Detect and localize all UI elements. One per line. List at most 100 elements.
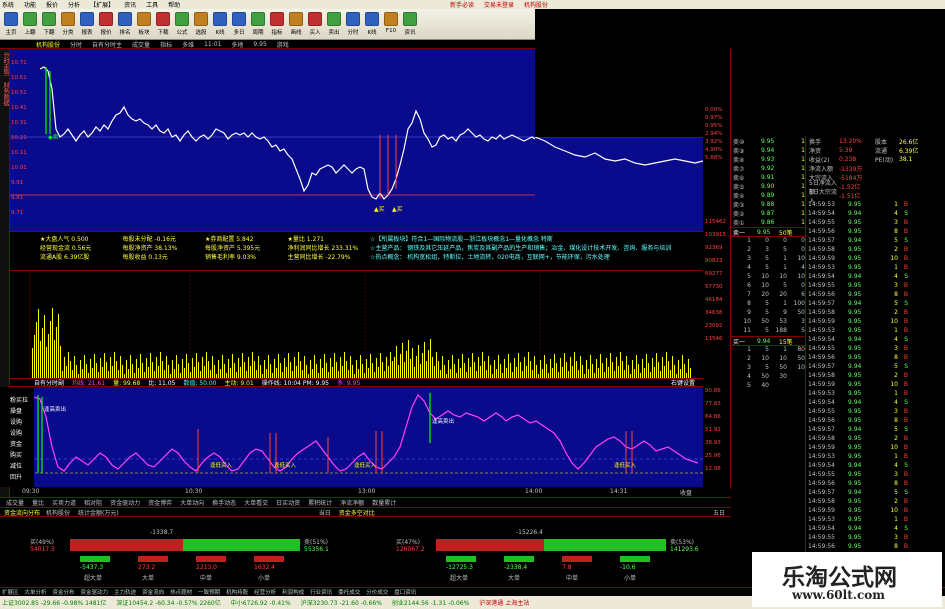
extension-tab[interactable]: 主力轨迹 [114, 588, 136, 596]
indicator-tab[interactable]: 换手动态 [212, 498, 236, 507]
chart-tab[interactable]: 11:01 [204, 41, 221, 48]
index-quote[interactable]: 上证3002.85 -29.66 -0.98% 1481亿 [2, 598, 106, 607]
menu-item-extend[interactable]: 【扩展】 [90, 0, 114, 9]
extension-tab[interactable]: 资金分布 [53, 588, 75, 596]
fund-flow-today[interactable]: 当日 [319, 508, 331, 517]
indicator-tab[interactable]: 资金驱动力 [110, 498, 140, 507]
indicator-chart[interactable]: 逢高卖出 逢高卖出 逢低买入 逢低买入 逢低买入 逢低买入 [10, 387, 703, 487]
volume-bar [566, 362, 567, 378]
volume-chart[interactable] [10, 271, 703, 378]
toolbar-button[interactable]: K线 [211, 12, 229, 36]
chart-tab[interactable]: 自有分时主 [92, 40, 122, 49]
order-level[interactable]: 卖⑦ 9.92 1 [731, 164, 805, 173]
indicator-settings-button[interactable]: 右键设置 [671, 378, 695, 387]
toolbar-button[interactable]: F10 [382, 12, 400, 34]
toolbar-button[interactable]: 报价 [97, 12, 115, 36]
indicator-tab[interactable]: 成交量 [6, 498, 24, 507]
indicator-tab[interactable]: 日买动资 [276, 498, 300, 507]
extension-tab[interactable]: 大单分析 [25, 588, 47, 596]
toolbar-button[interactable]: 画线 [287, 12, 305, 36]
extension-tab[interactable]: 利润构成 [282, 588, 304, 596]
toolbar-button[interactable]: 买入 [306, 12, 324, 36]
order-level[interactable]: 卖⑧ 9.93 1 [731, 155, 805, 164]
sell-one-header[interactable]: 卖一 9.95 50笔 [731, 227, 805, 237]
toolbar-button[interactable]: 周期 [249, 12, 267, 36]
menu-item-system[interactable]: 系统 [2, 0, 14, 9]
order-level[interactable]: 卖⑥ 9.91 1 [731, 173, 805, 182]
toolbar-button[interactable]: 排名 [116, 12, 134, 36]
menu-item-help[interactable]: 帮助 [168, 0, 180, 9]
toolbar-button[interactable]: K线 [363, 12, 381, 36]
extension-tab[interactable]: 资金驱动力 [81, 588, 109, 596]
extension-tab[interactable]: 委托成交 [338, 588, 360, 596]
index-quote[interactable]: 沪深3230.73 -21.60 -0.66% [301, 598, 382, 607]
chart-tab[interactable]: 成交量 [132, 40, 150, 49]
chart-tab[interactable]: 9.95 [253, 41, 266, 48]
index-quote[interactable]: 沪深港通 上海主站 [479, 598, 529, 607]
newbie-link[interactable]: 新手必读 [450, 0, 474, 9]
menu-item-function[interactable]: 功能 [24, 0, 36, 9]
chart-tab[interactable]: 指标 [160, 40, 172, 49]
chart-tab[interactable]: 分时 [70, 40, 82, 49]
chart-tab[interactable]: 多地 [231, 40, 243, 49]
stat-k: 净资 [809, 148, 822, 155]
index-quote[interactable]: 中小6726.92 -0.41% [231, 598, 291, 607]
extension-tab[interactable]: 盘口资讯 [394, 588, 416, 596]
extension-tab[interactable]: 分价成交 [366, 588, 388, 596]
intraday-chart[interactable]: ◆卖 ▲买 ▲买 [10, 49, 536, 231]
indicator-tab[interactable]: 买卖力道 [52, 498, 76, 507]
order-level[interactable]: 卖④ 9.89 1 [731, 191, 805, 200]
tick-v: 5 [894, 426, 898, 433]
trade-login-link[interactable]: 交易未登录 [484, 0, 514, 9]
queue-cell: 8 [747, 300, 751, 307]
toolbar-button[interactable]: 上翻 [21, 12, 39, 36]
indicator-tab[interactable]: 资金博弈 [148, 498, 172, 507]
fund-flow-title[interactable]: 资金流向分布 [4, 508, 40, 517]
extension-tab[interactable]: 经营分析 [254, 588, 276, 596]
menu-item-analysis[interactable]: 分析 [68, 0, 80, 9]
extension-tab[interactable]: 行业资讯 [310, 588, 332, 596]
toolbar-button[interactable]: 板块 [135, 12, 153, 36]
toolbar-button[interactable]: 下载 [154, 12, 172, 36]
indicator-tab[interactable]: 大单看交 [244, 498, 268, 507]
order-level[interactable]: 卖① 9.86 1 [731, 218, 805, 227]
buy-one-header[interactable]: 买一 9.94 15笔 [731, 336, 805, 346]
order-level[interactable]: 卖⑨ 9.94 1 [731, 146, 805, 155]
toolbar-button[interactable]: 公式 [173, 12, 191, 36]
toolbar-button[interactable]: 下翻 [40, 12, 58, 36]
indicator-tab[interactable]: 数量累计 [372, 498, 396, 507]
toolbar-button[interactable]: 分时 [344, 12, 362, 36]
order-level[interactable]: 卖② 9.87 1 [731, 209, 805, 218]
toolbar-button[interactable]: 主页 [2, 12, 20, 36]
index-quote[interactable]: 创业2144.56 -1.31 -0.06% [392, 598, 469, 607]
index-quote[interactable]: 深证10454.2 -60.34 -0.57% 2260亿 [116, 598, 220, 607]
indicator-tab[interactable]: 相对阻 [84, 498, 102, 507]
toolbar-button[interactable]: 选股 [192, 12, 210, 36]
toolbar-button[interactable]: 多日 [230, 12, 248, 36]
indicator-tab[interactable]: 净流净额 [340, 498, 364, 507]
toolbar-button[interactable]: 指标 [268, 12, 286, 36]
toolbar-button[interactable]: 卖出 [325, 12, 343, 36]
chart-tab[interactable]: 游戏 [277, 40, 289, 49]
order-level[interactable]: 卖⑤ 9.90 1 [731, 182, 805, 191]
chart-tab[interactable]: 机构股份 [36, 40, 60, 49]
menu-item-tools[interactable]: 工具 [146, 0, 158, 9]
toolbar-button[interactable]: 资讯 [401, 12, 419, 36]
extension-tab[interactable]: 机构持股 [226, 588, 248, 596]
extension-tab[interactable]: 资金流向 [142, 588, 164, 596]
extension-tab[interactable]: 一致预期 [198, 588, 220, 596]
chart-tab[interactable]: 多维 [182, 40, 194, 49]
order-level[interactable]: 卖⑩ 9.95 1 [731, 137, 805, 146]
fund-flow-five-day[interactable]: 五日 [713, 508, 725, 517]
menu-item-quote[interactable]: 报价 [46, 0, 58, 9]
menu-item-news[interactable]: 资讯 [124, 0, 136, 9]
order-level[interactable]: 卖③ 9.88 1 [731, 200, 805, 209]
toolbar-button[interactable]: 报表 [78, 12, 96, 36]
extension-tab[interactable]: 扩展区 [2, 588, 19, 596]
indicator-tab[interactable]: 大单动向 [180, 498, 204, 507]
extension-tab[interactable]: 热点题材 [170, 588, 192, 596]
indicator-tab[interactable]: 累积统计 [308, 498, 332, 507]
indicator-title[interactable]: 自有分时副 [34, 378, 64, 387]
toolbar-button[interactable]: 分类 [59, 12, 77, 36]
indicator-tab[interactable]: 量比 [32, 498, 44, 507]
